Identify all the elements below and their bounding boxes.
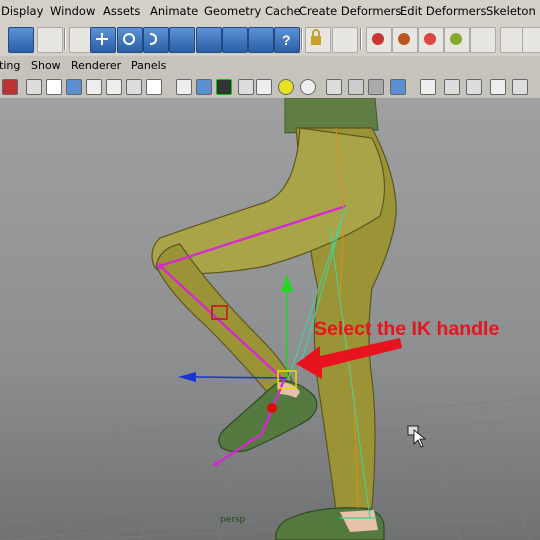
knee-joint <box>157 263 163 269</box>
smooth-shade-icon[interactable] <box>196 79 212 95</box>
menu-skeleton[interactable]: Skeleton <box>486 4 536 18</box>
wireframe-icon[interactable] <box>176 79 192 95</box>
manipulator-y-arrow <box>281 274 293 292</box>
mouse-cursor-icon <box>407 425 427 448</box>
svg-text:?: ? <box>282 32 291 48</box>
field-chart-icon[interactable] <box>126 79 142 95</box>
perspective-viewport[interactable]: Select the IK handle persp <box>0 98 540 540</box>
light-icon[interactable] <box>278 79 294 95</box>
isolate-icon[interactable] <box>420 79 436 95</box>
panel-menu-show[interactable]: Show <box>31 59 61 72</box>
ankle-joint-marker <box>267 403 277 413</box>
menu-display[interactable]: Display <box>1 4 43 18</box>
menu-window[interactable]: Window <box>50 4 95 18</box>
film-gate-icon[interactable] <box>86 79 102 95</box>
panel-menubar: ting Show Renderer Panels <box>0 56 540 76</box>
texture-icon[interactable] <box>256 79 272 95</box>
wireframe-on-shaded-icon[interactable] <box>216 79 232 95</box>
menu-edit-deformers[interactable]: Edit Deformers <box>400 4 486 18</box>
main-toolbar: ? <box>0 24 540 57</box>
annotation-text: Select the IK handle <box>314 318 500 340</box>
panel-menu-lighting[interactable]: ting <box>0 59 20 72</box>
single-view-icon[interactable] <box>490 79 506 95</box>
anti-alias-icon[interactable] <box>390 79 406 95</box>
camera-label: persp <box>220 515 246 525</box>
panel-toolbar <box>0 76 540 99</box>
raised-shoe <box>218 379 318 453</box>
grid-icon[interactable] <box>46 79 62 95</box>
toolbar-glyphs: ? <box>96 29 462 48</box>
panel-menu-panels[interactable]: Panels <box>131 59 166 72</box>
main-menubar: Display Window Assets Animate Geometry C… <box>0 0 540 25</box>
resolution-gate-icon[interactable] <box>66 79 82 95</box>
xray-joints-icon[interactable] <box>444 79 460 95</box>
menu-geometry-cache[interactable]: Geometry Cache <box>204 4 301 18</box>
xray-icon[interactable] <box>238 79 254 95</box>
xray-active-icon[interactable] <box>466 79 482 95</box>
toe-joint <box>213 461 219 467</box>
depth-peeling-icon[interactable] <box>348 79 364 95</box>
four-view-icon[interactable] <box>512 79 528 95</box>
menu-animate[interactable]: Animate <box>150 4 198 18</box>
menu-create-deformers[interactable]: Create Deformers <box>299 4 401 18</box>
manipulator-x-axis <box>195 376 288 379</box>
hardware-fog-icon[interactable] <box>326 79 342 95</box>
manipulator-x-arrow <box>178 372 196 382</box>
camera-icon[interactable] <box>2 79 18 95</box>
camera-attributes-icon[interactable] <box>26 79 42 95</box>
panel-menu-renderer[interactable]: Renderer <box>71 59 121 72</box>
shadow-icon[interactable] <box>300 79 316 95</box>
text-icon[interactable] <box>146 79 162 95</box>
safe-action-icon[interactable] <box>106 79 122 95</box>
menu-assets[interactable]: Assets <box>103 4 140 18</box>
motion-blur-icon[interactable] <box>368 79 384 95</box>
